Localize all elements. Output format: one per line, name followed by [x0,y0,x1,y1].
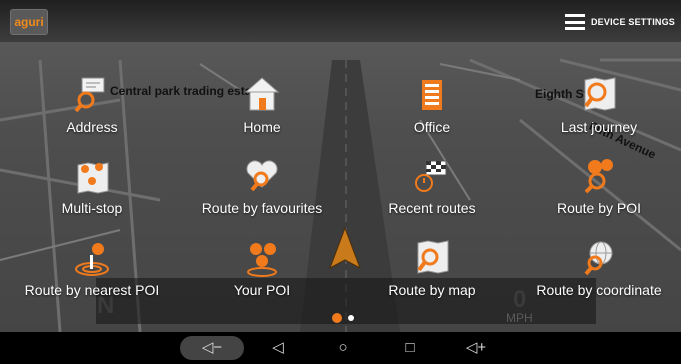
menu-item-label: Route by nearest POI [24,282,160,298]
heart-search-icon [246,160,278,192]
menu-item-home[interactable]: Home [177,64,347,144]
menu-item-label: Office [413,119,451,135]
page-dot-active[interactable] [332,313,342,323]
menu-item-label: Address [66,119,118,135]
menu-item-route-by-nearest-poi[interactable]: Route by nearest POI [7,227,177,307]
multi-stop-map-icon [77,162,109,194]
page-dot[interactable] [348,315,354,321]
office-building-icon [422,80,442,110]
menu-item-route-by-map[interactable]: Route by map [347,227,517,307]
menu-item-label: Last journey [560,119,638,135]
menu-item-label: Multi-stop [61,200,123,216]
back-button[interactable]: ◁ [264,336,292,360]
nearest-poi-icon [75,243,109,276]
address-search-icon [74,77,105,113]
recents-button[interactable]: □ [396,336,424,360]
poi-search-icon [584,159,613,194]
page-indicator [332,313,354,323]
home-icon [244,77,280,111]
map-search-icon [584,77,616,111]
device-settings-label: DEVICE SETTINGS [590,17,675,27]
menu-item-recent-routes[interactable]: Recent routes [347,145,517,225]
menu-item-label: Home [243,119,281,135]
menu-item-label: Route by POI [556,200,642,216]
menu-item-multi-stop[interactable]: Multi-stop [7,145,177,225]
menu-item-address[interactable]: Address [7,64,177,144]
home-button[interactable]: ○ [329,336,357,360]
device-settings-button[interactable]: DEVICE SETTINGS [564,12,675,32]
aguri-logo: aguri [10,9,48,35]
volume-up-button[interactable]: ◁+ [456,336,496,360]
volume-down-button[interactable]: ◁− [180,336,244,360]
map-search-icon [417,240,449,274]
menu-item-your-poi[interactable]: Your POI [177,227,347,307]
menu-item-route-by-favourites[interactable]: Route by favourites [177,145,347,225]
menu-item-label: Route by coordinate [536,282,662,298]
menu-item-route-by-poi[interactable]: Route by POI [514,145,681,225]
your-poi-icon [247,243,277,277]
menu-item-office[interactable]: Office [347,64,517,144]
menu-item-label: Route by map [388,282,476,298]
navigation-menu-grid: Address Home Office Last journey Multi-s… [0,52,681,320]
checkered-flag-clock-icon [415,160,447,192]
menu-item-label: Your POI [233,282,291,298]
menu-item-route-by-coordinate[interactable]: Route by coordinate [514,227,681,307]
globe-search-icon [584,241,613,276]
top-bar: aguri DEVICE SETTINGS [0,0,681,42]
android-nav-bar: ◁− ◁ ○ □ ◁+ [0,332,681,364]
menu-item-last-journey[interactable]: Last journey [514,64,681,144]
menu-item-label: Route by favourites [201,200,323,216]
hamburger-menu-icon [564,14,585,30]
menu-item-label: Recent routes [388,200,476,216]
